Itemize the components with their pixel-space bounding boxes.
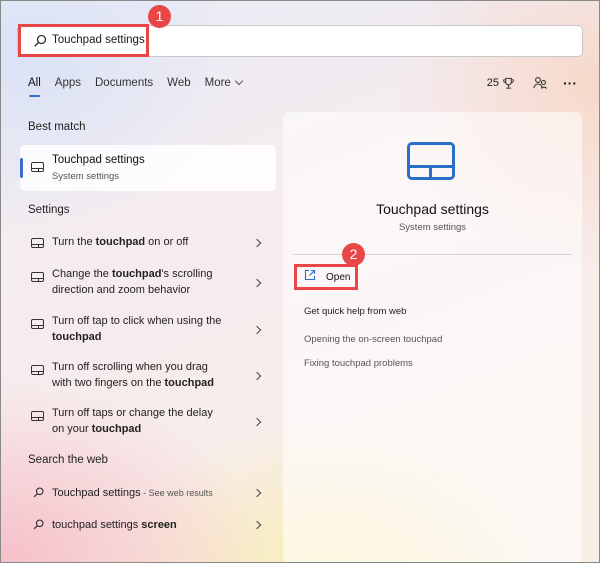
preview-title: Touchpad settings bbox=[376, 201, 489, 217]
chevron-right-icon bbox=[252, 488, 262, 498]
callout-number-1: 1 bbox=[148, 5, 171, 28]
filter-tabs: All Apps Documents Web More bbox=[28, 76, 256, 97]
best-match-title: Touchpad settings bbox=[52, 154, 145, 166]
more-options-icon[interactable]: ··· bbox=[563, 75, 577, 91]
chevron-down-icon bbox=[234, 76, 244, 86]
touchpad-icon bbox=[31, 411, 44, 421]
settings-item-scrolling-direction[interactable]: Change the touchpad's scrolling direction… bbox=[20, 263, 276, 303]
help-link[interactable]: Opening the on-screen touchpad bbox=[304, 334, 442, 345]
people-icon[interactable] bbox=[533, 76, 547, 90]
web-result-text: touchpad settings screen bbox=[52, 519, 177, 531]
settings-item-toggle-touchpad[interactable]: Turn the touchpad on or off bbox=[20, 229, 276, 255]
chevron-right-icon bbox=[252, 278, 262, 288]
selection-indicator bbox=[20, 158, 23, 178]
web-result-text: Touchpad settings - See web results bbox=[52, 487, 213, 499]
callout-number-2: 2 bbox=[342, 243, 365, 266]
preview-pane: Touchpad settings System settings Open G… bbox=[283, 112, 582, 562]
web-result-item[interactable]: Touchpad settings - See web results bbox=[20, 480, 276, 506]
best-match-subtitle: System settings bbox=[52, 171, 120, 182]
settings-item-two-finger-scroll[interactable]: Turn off scrolling when you drag with two… bbox=[20, 356, 276, 396]
tab-apps[interactable]: Apps bbox=[55, 77, 81, 89]
touchpad-icon bbox=[407, 142, 455, 180]
divider bbox=[293, 254, 572, 255]
settings-item-text: Turn off tap to click when using the touc… bbox=[52, 315, 222, 343]
tab-more-label: More bbox=[204, 77, 231, 89]
trophy-icon[interactable] bbox=[502, 77, 515, 90]
quick-help-heading: Get quick help from web bbox=[304, 306, 407, 317]
tab-documents[interactable]: Documents bbox=[95, 77, 153, 89]
callout-highlight-open bbox=[294, 264, 358, 290]
chevron-right-icon bbox=[252, 325, 262, 335]
search-window: Touchpad settings 1 All Apps Documents W… bbox=[0, 0, 600, 563]
settings-item-text: Turn off scrolling when you drag with two… bbox=[52, 361, 215, 389]
best-match-item[interactable]: Touchpad settings System settings bbox=[20, 145, 276, 191]
touchpad-icon bbox=[31, 272, 44, 282]
touchpad-icon bbox=[31, 162, 44, 172]
touchpad-icon bbox=[31, 238, 44, 248]
web-result-item[interactable]: touchpad settings screen bbox=[20, 512, 276, 538]
callout-highlight-search bbox=[18, 24, 149, 57]
tab-all[interactable]: All bbox=[28, 77, 41, 97]
chevron-right-icon bbox=[252, 238, 262, 248]
tab-web[interactable]: Web bbox=[167, 77, 190, 89]
best-match-heading: Best match bbox=[28, 121, 86, 133]
chevron-right-icon bbox=[252, 417, 262, 427]
chevron-right-icon bbox=[252, 520, 262, 530]
settings-item-text: Change the touchpad's scrolling direction… bbox=[52, 268, 213, 296]
settings-heading: Settings bbox=[28, 204, 70, 216]
rewards-points[interactable]: 25 bbox=[487, 77, 499, 89]
settings-item-tap-to-click[interactable]: Turn off tap to click when using the touc… bbox=[20, 310, 276, 350]
touchpad-icon bbox=[31, 319, 44, 329]
settings-item-text: Turn off taps or change the delay on your… bbox=[52, 407, 213, 435]
header-actions: 25 ··· bbox=[487, 75, 577, 91]
search-icon bbox=[33, 519, 44, 530]
search-web-heading: Search the web bbox=[28, 454, 108, 466]
touchpad-icon bbox=[31, 365, 44, 375]
settings-item-tap-delay[interactable]: Turn off taps or change the delay on your… bbox=[20, 402, 276, 442]
preview-subtitle: System settings bbox=[398, 222, 467, 233]
help-link[interactable]: Fixing touchpad problems bbox=[304, 358, 413, 369]
search-icon bbox=[33, 487, 44, 498]
settings-item-text: Turn the touchpad on or off bbox=[52, 236, 189, 248]
chevron-right-icon bbox=[252, 371, 262, 381]
tab-more[interactable]: More bbox=[204, 76, 244, 89]
